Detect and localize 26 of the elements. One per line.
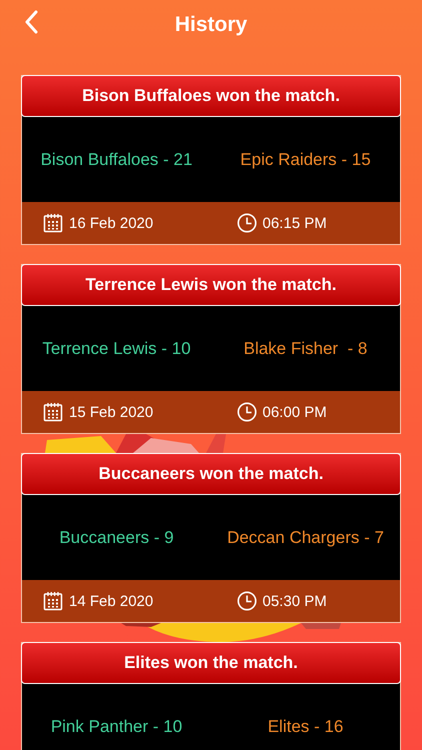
team-score: Elites - 16 bbox=[268, 716, 344, 736]
result-banner: Elites won the match. bbox=[21, 642, 401, 684]
match-date: 15 Feb 2020 bbox=[69, 404, 154, 420]
calendar-icon bbox=[43, 402, 63, 422]
clock-icon bbox=[236, 213, 256, 233]
result-banner: Terrence Lewis won the match. bbox=[21, 264, 401, 306]
calendar-icon bbox=[43, 213, 63, 233]
match-time: 05:30 PM bbox=[262, 592, 327, 610]
match-date: 14 Feb 2020 bbox=[69, 592, 154, 610]
page-title: History bbox=[174, 13, 248, 37]
match-date: 16 Feb 2020 bbox=[69, 214, 154, 232]
clock-icon bbox=[236, 591, 256, 611]
team-score: Epic Raiders - 15 bbox=[240, 150, 371, 170]
team-score: Terrence Lewis - 10 bbox=[42, 338, 191, 358]
clock-icon bbox=[236, 402, 256, 422]
match-time: 06:00 PM bbox=[262, 404, 327, 420]
result-banner: Bison Buffaloes won the match. bbox=[21, 75, 401, 117]
calendar-icon bbox=[43, 591, 63, 611]
team-score: Bison Buffaloes - 21 bbox=[40, 150, 192, 170]
team-score: Deccan Chargers - 7 bbox=[227, 528, 384, 548]
team-score: Buccaneers - 9 bbox=[59, 528, 174, 548]
team-score: Pink Panther - 10 bbox=[50, 716, 182, 736]
match-time: 06:15 PM bbox=[262, 214, 327, 232]
back-icon[interactable] bbox=[24, 10, 38, 34]
team-score: Blake Fisher - 8 bbox=[244, 338, 368, 358]
result-banner: Buccaneers won the match. bbox=[21, 453, 401, 495]
